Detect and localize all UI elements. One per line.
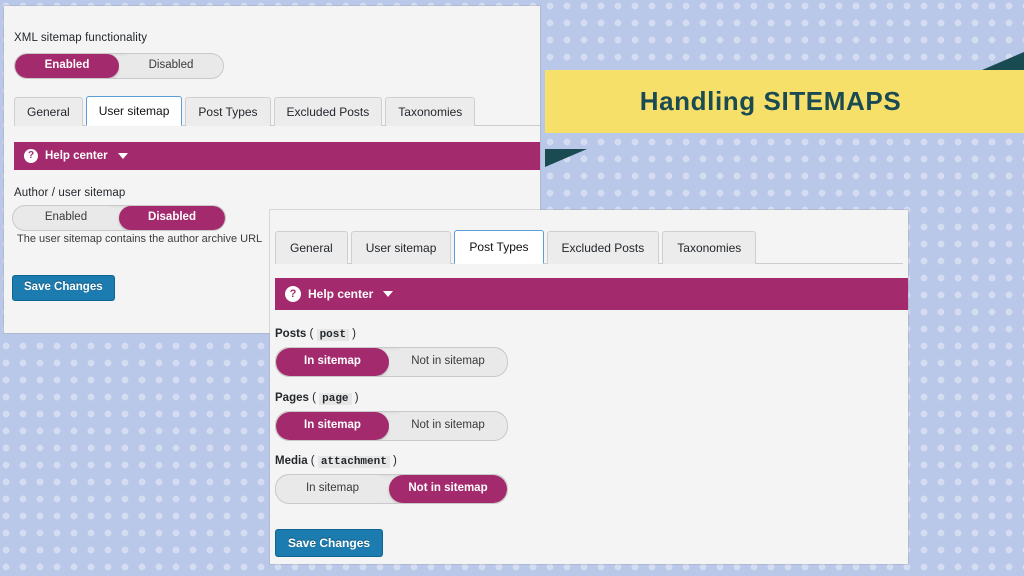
post-type-slug-media: attachment — [317, 456, 390, 468]
pages-option-in-sitemap[interactable]: In sitemap — [276, 412, 389, 440]
author-toggle-option-disabled[interactable]: Disabled — [119, 206, 225, 230]
ribbon-fold-top-right — [982, 52, 1024, 70]
tab2-user-sitemap[interactable]: User sitemap — [350, 231, 452, 264]
post-type-name-posts: Posts — [275, 328, 307, 340]
xml-sitemap-post-types-panel: General User sitemap Post Types Excluded… — [270, 210, 908, 564]
post-type-slug-pages: page — [319, 393, 352, 405]
toggle-option-disabled[interactable]: Disabled — [119, 54, 223, 78]
post-type-toggle-posts[interactable]: In sitemap Not in sitemap — [275, 347, 508, 377]
pages-option-not-in-sitemap[interactable]: Not in sitemap — [389, 412, 507, 440]
tab-post-types[interactable]: Post Types — [185, 97, 271, 126]
chevron-down-icon-2[interactable] — [383, 291, 394, 297]
help-center-label: Help center — [45, 150, 108, 162]
ribbon-body: Handling SITEMAPS — [545, 70, 1024, 133]
settings-tabbar: General User sitemap Post Types Excluded… — [14, 92, 540, 126]
xml-sitemap-functionality-toggle[interactable]: Enabled Disabled — [14, 53, 224, 79]
author-sitemap-hint: The user sitemap contains the author arc… — [17, 233, 263, 245]
toggle-option-enabled[interactable]: Enabled — [15, 54, 119, 78]
settings-tabbar-2: General User sitemap Post Types Excluded… — [275, 226, 903, 264]
tab-taxonomies[interactable]: Taxonomies — [385, 97, 476, 126]
tab-excluded-posts[interactable]: Excluded Posts — [273, 97, 383, 126]
post-type-name-media: Media — [275, 455, 308, 467]
author-user-sitemap-toggle[interactable]: Enabled Disabled — [12, 205, 226, 231]
tab2-general[interactable]: General — [275, 231, 348, 264]
author-toggle-option-enabled[interactable]: Enabled — [13, 206, 119, 230]
author-user-sitemap-label: Author / user sitemap — [14, 187, 126, 199]
tab-user-sitemap[interactable]: User sitemap — [85, 96, 183, 126]
question-mark-icon: ? — [285, 286, 301, 302]
post-type-toggle-pages[interactable]: In sitemap Not in sitemap — [275, 411, 508, 441]
help-center-label-2: Help center — [308, 287, 374, 301]
help-center-bar-2[interactable]: ? Help center — [275, 278, 908, 310]
xml-sitemap-functionality-label: XML sitemap functionality — [14, 32, 148, 44]
help-center-bar[interactable]: ? Help center — [14, 142, 540, 170]
post-type-toggle-media[interactable]: In sitemap Not in sitemap — [275, 474, 508, 504]
save-changes-button-2[interactable]: Save Changes — [275, 529, 384, 557]
posts-option-not-in-sitemap[interactable]: Not in sitemap — [389, 348, 507, 376]
tab2-excluded-posts[interactable]: Excluded Posts — [546, 231, 660, 264]
post-type-name-pages: Pages — [275, 392, 309, 404]
question-mark-icon: ? — [24, 149, 38, 163]
tab-general[interactable]: General — [14, 97, 83, 126]
post-type-label-posts: Posts ( post ) — [275, 328, 356, 341]
media-option-not-in-sitemap[interactable]: Not in sitemap — [389, 475, 507, 503]
tab2-post-types[interactable]: Post Types — [454, 230, 544, 264]
post-type-label-pages: Pages ( page ) — [275, 392, 359, 405]
chevron-down-icon[interactable] — [117, 153, 128, 159]
ribbon-fold-bottom-left — [545, 149, 587, 167]
banner-title: Handling SITEMAPS — [639, 86, 902, 116]
media-option-in-sitemap[interactable]: In sitemap — [276, 475, 389, 503]
save-changes-button[interactable]: Save Changes — [12, 275, 115, 301]
handling-sitemaps-banner: Handling SITEMAPS — [545, 52, 1024, 167]
tab2-taxonomies[interactable]: Taxonomies — [662, 231, 757, 264]
post-type-label-media: Media ( attachment ) — [275, 455, 397, 468]
post-type-slug-posts: post — [316, 329, 349, 341]
posts-option-in-sitemap[interactable]: In sitemap — [276, 348, 389, 376]
